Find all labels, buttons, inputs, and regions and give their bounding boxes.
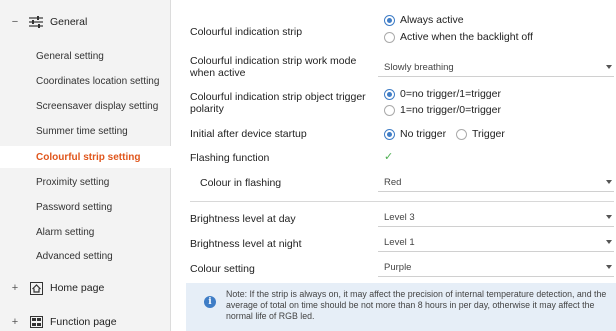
select-value: Level 3 bbox=[384, 212, 415, 223]
home-icon bbox=[29, 281, 43, 295]
colour-setting-label: Colour setting bbox=[190, 263, 255, 275]
work-mode-label-line2: when active bbox=[190, 67, 246, 79]
tree-node-label: Home page bbox=[50, 282, 105, 294]
radio-label: Trigger bbox=[472, 128, 505, 140]
select-value: Level 1 bbox=[384, 237, 415, 248]
sidebar-item-general-setting[interactable]: General setting bbox=[0, 46, 171, 66]
radio-label: 1=no trigger/0=trigger bbox=[400, 104, 501, 116]
brightness-night-label: Brightness level at night bbox=[190, 238, 302, 250]
sidebar-item-screensaver-display[interactable]: Screensaver display setting bbox=[0, 96, 171, 116]
select-value: Red bbox=[384, 177, 402, 188]
expand-toggle[interactable]: + bbox=[6, 282, 24, 294]
radio-indicator bbox=[384, 88, 395, 100]
tree-node-home-page[interactable]: + Home page bbox=[0, 276, 171, 300]
brightness-day-label: Brightness level at day bbox=[190, 213, 296, 225]
radio-label: No trigger bbox=[400, 128, 447, 140]
settings-panel: Colourful indication strip Always active… bbox=[172, 0, 616, 331]
info-icon: i bbox=[204, 296, 216, 308]
sidebar-item-password[interactable]: Password setting bbox=[0, 197, 171, 217]
flashing-checkbox[interactable]: ✓ bbox=[384, 152, 395, 163]
sidebar-item-colourful-strip[interactable]: Colourful strip setting bbox=[0, 146, 171, 168]
radio-polarity-0[interactable]: 0=no trigger/1=trigger bbox=[384, 88, 501, 100]
polarity-label: Colourful indication strip object trigge… bbox=[190, 91, 366, 115]
radio-backlight-off[interactable]: Active when the backlight off bbox=[384, 31, 533, 43]
radio-indicator bbox=[384, 128, 395, 140]
radio-label: Always active bbox=[400, 14, 464, 26]
chevron-down-icon bbox=[606, 215, 612, 219]
chevron-down-icon bbox=[606, 180, 612, 184]
brightness-day-select[interactable]: Level 3 bbox=[378, 209, 614, 227]
select-value: Slowly breathing bbox=[384, 62, 454, 73]
tree-node-function-page[interactable]: + Function page bbox=[0, 310, 171, 331]
expand-toggle[interactable]: + bbox=[6, 316, 24, 328]
polarity-label-line2: polarity bbox=[190, 103, 224, 115]
polarity-label-line1: Colourful indication strip object trigge… bbox=[190, 91, 366, 103]
brightness-night-select[interactable]: Level 1 bbox=[378, 234, 614, 252]
colour-setting-select[interactable]: Purple bbox=[378, 259, 614, 277]
collapse-toggle[interactable]: − bbox=[6, 16, 24, 28]
tree-node-label: General bbox=[50, 16, 88, 28]
chevron-down-icon bbox=[606, 240, 612, 244]
sidebar-item-summer-time[interactable]: Summer time setting bbox=[0, 121, 171, 141]
sliders-icon bbox=[29, 15, 43, 29]
radio-indicator bbox=[384, 14, 395, 26]
radio-trigger[interactable]: Trigger bbox=[456, 128, 505, 140]
startup-label: Initial after device startup bbox=[190, 128, 307, 140]
radio-polarity-1[interactable]: 1=no trigger/0=trigger bbox=[384, 104, 501, 116]
sidebar-item-advanced[interactable]: Advanced setting bbox=[0, 246, 171, 266]
select-value: Purple bbox=[384, 262, 412, 273]
radio-label: Active when the backlight off bbox=[400, 31, 533, 43]
radio-indicator bbox=[456, 128, 467, 140]
flashing-label: Flashing function bbox=[190, 152, 270, 164]
sidebar-item-coordinates-location[interactable]: Coordinates location setting bbox=[0, 71, 171, 91]
work-mode-select[interactable]: Slowly breathing bbox=[378, 59, 614, 77]
note-box: i Note: If the strip is always on, it ma… bbox=[186, 283, 616, 331]
sidebar-item-alarm[interactable]: Alarm setting bbox=[0, 222, 171, 242]
radio-no-trigger[interactable]: No trigger bbox=[384, 128, 446, 140]
note-text: Note: If the strip is always on, it may … bbox=[226, 289, 607, 321]
flash-colour-label: Colour in flashing bbox=[200, 177, 282, 189]
chevron-down-icon bbox=[606, 265, 612, 269]
strip-label: Colourful indication strip bbox=[190, 26, 303, 38]
radio-label: 0=no trigger/1=trigger bbox=[400, 88, 501, 100]
divider bbox=[190, 201, 614, 202]
work-mode-label: Colourful indication strip work mode whe… bbox=[190, 55, 356, 79]
tree-node-general[interactable]: − General bbox=[0, 10, 171, 34]
radio-indicator bbox=[384, 31, 395, 43]
sidebar: − General General setting Coordinates lo… bbox=[0, 0, 171, 331]
radio-indicator bbox=[384, 104, 395, 116]
work-mode-label-line1: Colourful indication strip work mode bbox=[190, 55, 357, 67]
radio-always-active[interactable]: Always active bbox=[384, 14, 464, 26]
grid-icon bbox=[29, 315, 43, 329]
tree-node-label: Function page bbox=[50, 316, 117, 328]
chevron-down-icon bbox=[606, 65, 612, 69]
flash-colour-select[interactable]: Red bbox=[378, 174, 614, 192]
sidebar-item-proximity[interactable]: Proximity setting bbox=[0, 172, 171, 192]
